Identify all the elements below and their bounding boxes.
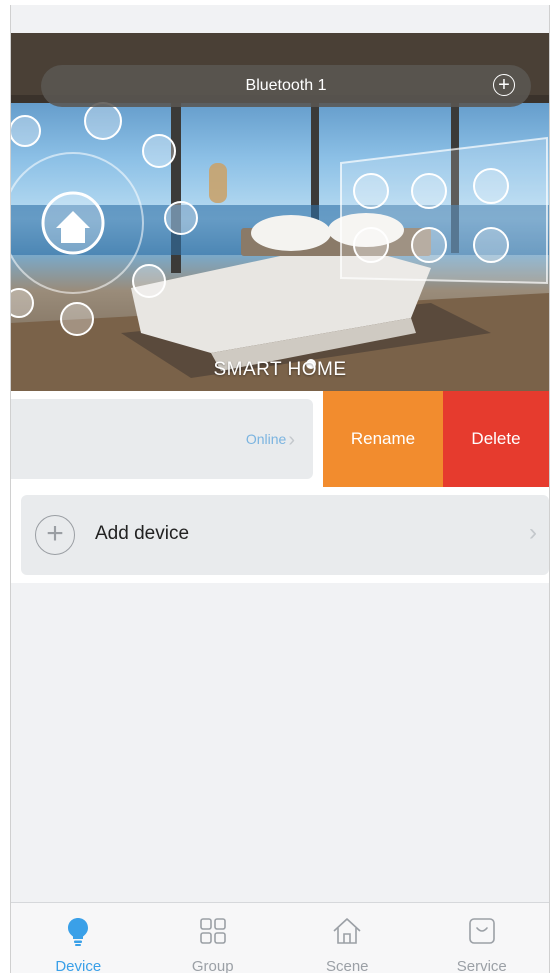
plus-icon: + bbox=[35, 515, 75, 555]
tab-label: Group bbox=[191, 958, 234, 973]
service-icon bbox=[468, 918, 495, 944]
home-icon bbox=[333, 918, 361, 944]
plus-circle-icon[interactable]: + bbox=[493, 74, 515, 96]
app-screen: Bluetooth 1 + SMART HOME Online › Rename … bbox=[10, 5, 550, 973]
add-device-button[interactable]: + Add device › bbox=[21, 495, 549, 575]
bulb-icon bbox=[68, 918, 89, 946]
status-label: Online bbox=[245, 431, 287, 447]
chevron-right-icon: › bbox=[288, 429, 295, 451]
delete-button[interactable]: Delete bbox=[443, 391, 549, 487]
tab-scene[interactable]: Scene bbox=[280, 903, 415, 973]
add-device-label: Add device bbox=[95, 523, 190, 544]
tab-group[interactable]: Group bbox=[146, 903, 281, 973]
device-status: Online › bbox=[246, 429, 295, 452]
device-list-item[interactable]: Online › Rename Delete bbox=[11, 391, 549, 487]
rename-button[interactable]: Rename bbox=[323, 391, 443, 487]
tab-device[interactable]: Device bbox=[11, 903, 146, 973]
tab-label: Scene bbox=[325, 958, 369, 973]
tab-service[interactable]: Service bbox=[415, 903, 550, 973]
device-card[interactable]: Online › bbox=[11, 399, 313, 479]
smart-home-banner: Bluetooth 1 + SMART HOME bbox=[11, 33, 549, 391]
grid-icon bbox=[199, 918, 226, 944]
chevron-right-icon: › bbox=[529, 519, 537, 546]
tab-label: Device bbox=[55, 958, 102, 973]
tab-label: Service bbox=[456, 958, 507, 973]
bottom-tab-bar: Device Group Scene Service bbox=[11, 902, 549, 973]
banner-caption: SMART HOME bbox=[213, 359, 347, 380]
device-group-title-bar: Bluetooth 1 + bbox=[41, 65, 531, 107]
page-title: Bluetooth 1 bbox=[245, 77, 327, 94]
add-device-section: + Add device › bbox=[11, 487, 549, 583]
